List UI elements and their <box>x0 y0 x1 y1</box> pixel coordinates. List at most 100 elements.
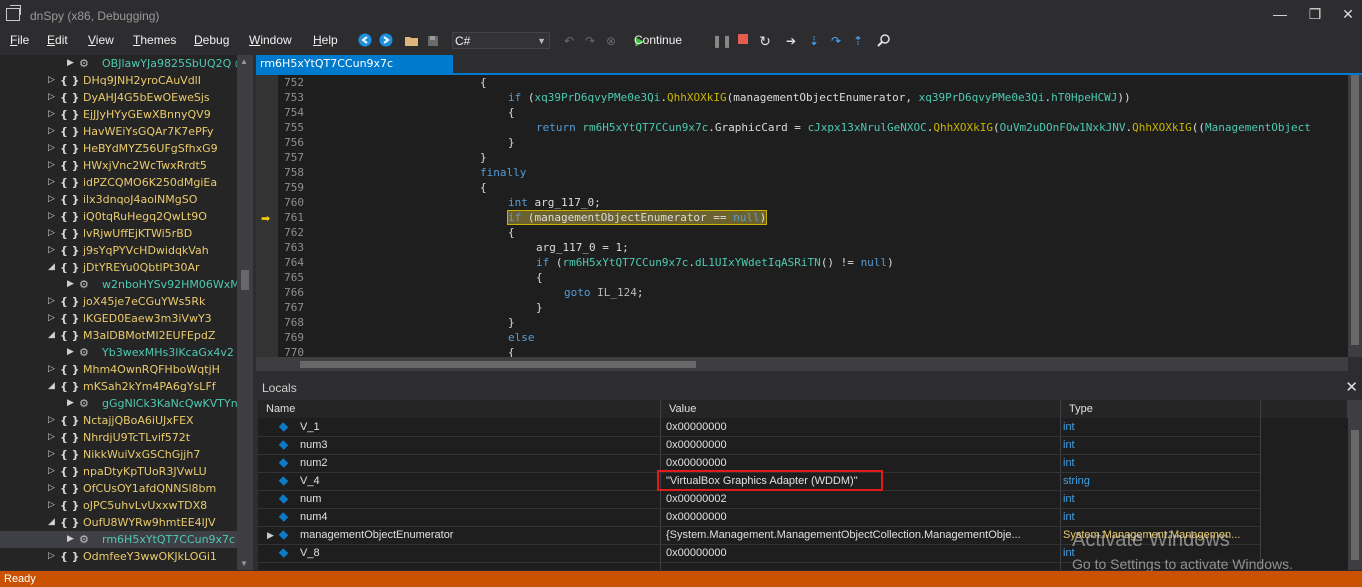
expand-icon[interactable]: ▷ <box>48 463 58 480</box>
local-value[interactable]: 0x00000000 <box>666 508 1058 526</box>
tree-item[interactable]: ▶ ⚙ OBJlawYJa9825SbUQ2Q @ <box>0 55 237 72</box>
tree-item[interactable]: ▷{ } OdmfeeY3wwOKJkLOGi1 <box>0 548 237 565</box>
expand-icon[interactable]: ▷ <box>48 429 58 446</box>
code-line[interactable]: 758 finally <box>256 165 1348 180</box>
expand-icon[interactable]: ▷ <box>48 72 58 89</box>
expand-icon[interactable]: ▶ <box>67 55 77 72</box>
menu-debug[interactable]: Debug <box>194 33 229 47</box>
code-line[interactable]: 760 int arg_117_0; <box>256 195 1348 210</box>
code-line[interactable]: 759 { <box>256 180 1348 195</box>
scroll-up-icon[interactable]: ▲ <box>240 57 248 66</box>
tree-item[interactable]: ▷{ } oJPC5uhvLvUxxwTDX8 <box>0 497 237 514</box>
expand-icon[interactable]: ▶ <box>67 531 77 548</box>
scrollbar-thumb[interactable] <box>241 270 249 290</box>
tree-item[interactable]: ▷{ } npaDtyKpTUoR3JVwLU <box>0 463 237 480</box>
locals-row[interactable]: V_1 0x00000000 int <box>258 418 1260 437</box>
code-line[interactable]: 755 return rm6H5xYtQT7CCun9x7c.GraphicCar… <box>256 120 1348 135</box>
code-line[interactable]: 768} <box>256 315 1348 330</box>
tab-code-editor[interactable]: rm6H5xYtQT7CCun9x7c @0200003B <box>256 55 453 88</box>
expand-icon[interactable]: ▷ <box>48 412 58 429</box>
tree-item[interactable]: ▶ ⚙ w2nboHYSv92HM06WxM <box>0 276 237 293</box>
local-value[interactable]: 0x00000000 <box>666 436 1058 454</box>
column-header-value[interactable]: Value <box>661 400 1061 418</box>
code-line[interactable]: 753 if (xq39PrD6qvyPMe0e3Qi.QhhXOXkIG(man… <box>256 90 1348 105</box>
tree-item[interactable]: ▷{ } NhrdjU9TcTLvif572t <box>0 429 237 446</box>
tree-item[interactable]: ▷{ } NctajjQBoA6iUJxFEX <box>0 412 237 429</box>
menu-window[interactable]: Window <box>249 33 292 47</box>
language-select[interactable]: C# ▼ <box>452 32 550 49</box>
scrollbar-thumb[interactable] <box>1351 430 1359 560</box>
continue-button[interactable]: Continue <box>634 33 682 47</box>
code-line[interactable]: 769 else <box>256 330 1348 345</box>
minimize-button[interactable]: — <box>1265 4 1295 24</box>
tree-item[interactable]: ▷{ } iQ0tqRuHegq2QwLt9O <box>0 208 237 225</box>
column-header-name[interactable]: Name <box>258 400 661 418</box>
open-folder-icon[interactable] <box>404 33 420 49</box>
tree-item[interactable]: ◢{ } OufU8WYRw9hmtEE4lJV <box>0 514 237 531</box>
expand-icon[interactable]: ▷ <box>48 191 58 208</box>
pane-splitter[interactable] <box>256 371 1362 378</box>
undo-icon[interactable]: ↶ <box>561 33 577 49</box>
expand-icon[interactable]: ▷ <box>48 123 58 140</box>
tree-item[interactable]: ◢{ } mKSah2kYm4PA6gYsLFf <box>0 378 237 395</box>
tree-item[interactable]: ▶ ⚙ rm6H5xYtQT7CCun9x7c @ <box>0 531 237 548</box>
tree-item[interactable]: ◢{ } M3alDBMotMI2EUFEpdZ <box>0 327 237 344</box>
restart-icon[interactable]: ↻ <box>757 33 773 49</box>
code-line[interactable]: 763 arg_117_0 = 1; <box>256 240 1348 255</box>
show-next-statement-icon[interactable]: ➔ <box>783 33 799 49</box>
expand-icon[interactable]: ▶ <box>267 526 274 544</box>
expand-icon[interactable]: ▶ <box>67 395 77 412</box>
break-all-icon[interactable]: ❚❚ <box>712 33 732 49</box>
local-value[interactable]: {System.Management.ManagementObjectColle… <box>666 526 1058 544</box>
menu-file[interactable]: File <box>10 33 29 47</box>
step-over-icon[interactable]: ↷ <box>828 33 844 49</box>
expand-icon[interactable]: ▷ <box>48 140 58 157</box>
code-line[interactable]: 761 if (managementObjectEnumerator == nul… <box>256 210 1348 225</box>
expand-icon[interactable]: ▷ <box>48 480 58 497</box>
expand-icon[interactable]: ▷ <box>48 208 58 225</box>
code-line[interactable]: 754 { <box>256 105 1348 120</box>
expand-icon[interactable]: ▶ <box>67 276 77 293</box>
tree-item[interactable]: ▷{ } idPZCQMO6K250dMgiEa <box>0 174 237 191</box>
tree-item[interactable]: ▷{ } ilx3dnqoJ4aolNMgSO <box>0 191 237 208</box>
expand-icon[interactable]: ▷ <box>48 548 58 565</box>
clear-breakpoints-icon[interactable]: ⊗ <box>603 33 619 49</box>
menu-edit[interactable]: Edit <box>47 33 68 47</box>
expand-icon[interactable]: ▶ <box>67 344 77 361</box>
code-line[interactable]: 764 if (rm6H5xYtQT7CCun9x7c.dL1UIxYWdetIq… <box>256 255 1348 270</box>
step-out-icon[interactable]: ⇡ <box>850 33 866 49</box>
tree-item[interactable]: ▷{ } OfCUsOY1afdQNNSl8bm <box>0 480 237 497</box>
scroll-down-icon[interactable]: ▼ <box>240 559 248 568</box>
back-icon[interactable] <box>357 33 373 49</box>
tree-item[interactable]: ▶ ⚙ gGgNlCk3KaNcQwKVTYn <box>0 395 237 412</box>
expand-icon[interactable]: ▷ <box>48 106 58 123</box>
expand-icon[interactable]: ▷ <box>48 174 58 191</box>
tree-item[interactable]: ▷{ } EjJJyHYyGEwXBnnyQV9 <box>0 106 237 123</box>
menu-view[interactable]: View <box>88 33 114 47</box>
restore-button[interactable]: ❒ <box>1300 4 1330 24</box>
expand-icon[interactable]: ▷ <box>48 225 58 242</box>
close-icon[interactable]: ✕ <box>1345 378 1358 396</box>
code-line[interactable]: 767} <box>256 300 1348 315</box>
expand-icon[interactable]: ▷ <box>48 293 58 310</box>
close-button[interactable]: ✕ <box>1333 4 1362 24</box>
code-line[interactable]: 762 { <box>256 225 1348 240</box>
code-horizontal-scrollbar[interactable] <box>256 357 1348 371</box>
expand-icon[interactable]: ▷ <box>48 497 58 514</box>
search-icon[interactable] <box>876 33 892 49</box>
code-line[interactable]: 752 { <box>256 75 1348 90</box>
expand-icon[interactable]: ▷ <box>48 89 58 106</box>
code-vertical-scrollbar[interactable] <box>1348 75 1362 357</box>
tree-item[interactable]: ▷{ } NikkWuiVxGSChGjjh7 <box>0 446 237 463</box>
expand-icon[interactable]: ▷ <box>48 446 58 463</box>
tree-item[interactable]: ▷{ } DyAHJ4G5bEwOEweSjs <box>0 89 237 106</box>
expand-icon[interactable]: ▷ <box>48 242 58 259</box>
menu-help[interactable]: Help <box>313 33 338 47</box>
scrollbar-thumb[interactable] <box>1351 75 1359 345</box>
tree-item[interactable]: ▷{ } HWxjVnc2WcTwxRrdt5 <box>0 157 237 174</box>
locals-row[interactable]: num 0x00000002 int <box>258 490 1260 509</box>
step-into-icon[interactable]: ⇣ <box>806 33 822 49</box>
locals-scrollbar[interactable] <box>1348 400 1362 570</box>
tree-item[interactable]: ▷{ } HavWEiYsGQAr7K7ePFy <box>0 123 237 140</box>
tree-item[interactable]: ▷{ } joX45je7eCGuYWs5Rk <box>0 293 237 310</box>
